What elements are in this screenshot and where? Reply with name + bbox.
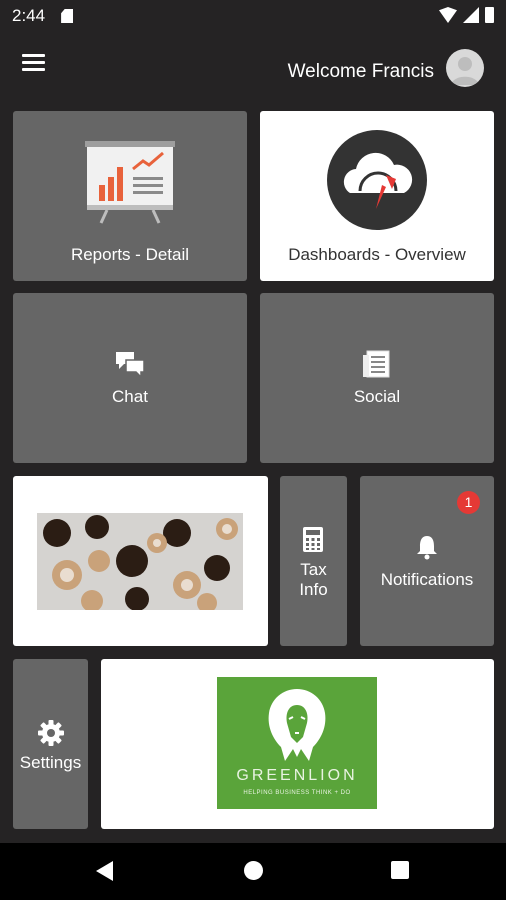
avatar[interactable] bbox=[446, 49, 484, 87]
navigation-bar bbox=[0, 843, 506, 900]
battery-icon bbox=[485, 7, 494, 23]
greenlion-promo-tile[interactable]: GREENLION HELPING BUSINESS THINK + DO bbox=[101, 659, 494, 829]
presentation-chart-icon bbox=[83, 139, 177, 230]
lion-icon bbox=[263, 687, 331, 768]
chat-tile[interactable]: Chat bbox=[13, 293, 247, 463]
notifications-label: Notifications bbox=[380, 570, 474, 589]
recent-apps-icon[interactable] bbox=[391, 861, 409, 879]
cloud-gauge-icon bbox=[326, 129, 428, 236]
settings-tile[interactable]: Settings bbox=[13, 659, 88, 829]
notification-badge: 1 bbox=[457, 491, 480, 514]
dashboards-overview-tile[interactable]: Dashboards - Overview bbox=[260, 111, 494, 281]
settings-label: Settings bbox=[19, 753, 82, 772]
welcome-text: Welcome Francis bbox=[287, 61, 434, 82]
chat-label: Chat bbox=[112, 387, 148, 406]
home-icon[interactable] bbox=[244, 861, 263, 880]
notifications-tile[interactable]: 1 Notifications bbox=[360, 476, 494, 646]
coffee-cups-image bbox=[37, 513, 243, 610]
brand-tagline: HELPING BUSINESS THINK + DO bbox=[243, 790, 351, 796]
brand-name: GREENLION bbox=[236, 767, 358, 784]
social-tile[interactable]: Social bbox=[260, 293, 494, 463]
tax-label-line1: Tax bbox=[300, 560, 327, 579]
dashboards-overview-label: Dashboards - Overview bbox=[288, 245, 466, 264]
status-icons bbox=[439, 7, 494, 23]
greenlion-logo: GREENLION HELPING BUSINESS THINK + DO bbox=[217, 677, 377, 809]
sd-card-icon bbox=[61, 9, 74, 23]
status-bar: 2:44 bbox=[0, 0, 506, 32]
bell-icon bbox=[415, 534, 439, 565]
coffee-image-tile[interactable] bbox=[13, 476, 268, 646]
tax-label-line2: Info bbox=[299, 580, 328, 599]
wifi-icon bbox=[439, 7, 457, 23]
status-time: 2:44 bbox=[12, 6, 46, 25]
gear-icon bbox=[37, 719, 65, 752]
chat-bubbles-icon bbox=[114, 350, 146, 383]
menu-icon[interactable] bbox=[22, 54, 48, 76]
tax-info-tile[interactable]: Tax Info bbox=[280, 476, 347, 646]
back-icon[interactable] bbox=[96, 861, 113, 881]
social-label: Social bbox=[353, 387, 401, 406]
signal-icon bbox=[463, 7, 479, 23]
reports-detail-tile[interactable]: Reports - Detail bbox=[13, 111, 247, 281]
reports-detail-label: Reports - Detail bbox=[70, 245, 190, 264]
app-bar: Welcome Francis bbox=[0, 32, 506, 104]
calculator-icon bbox=[303, 527, 323, 557]
newspaper-icon bbox=[361, 349, 393, 384]
